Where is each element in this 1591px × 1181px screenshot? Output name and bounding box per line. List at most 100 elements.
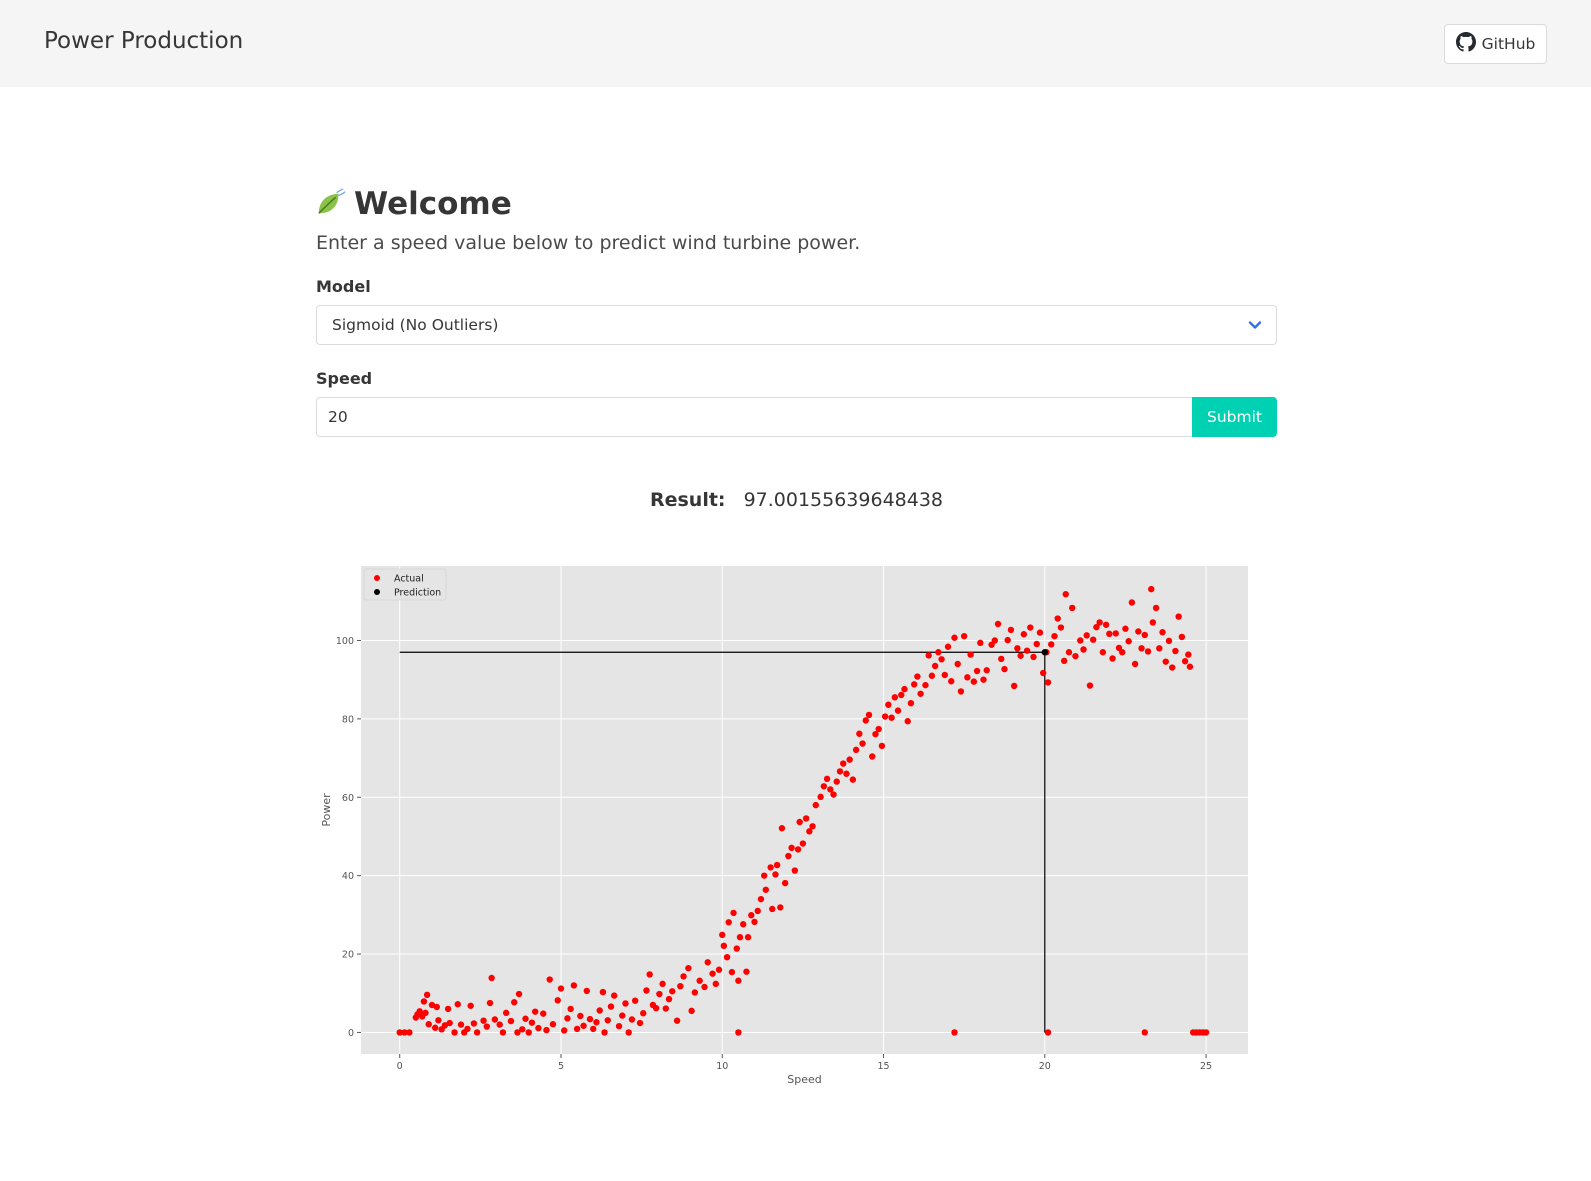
x-tick-label: 10 xyxy=(716,1061,728,1072)
actual-point xyxy=(744,933,752,941)
actual-point xyxy=(1125,638,1132,645)
actual-point xyxy=(593,1019,600,1026)
actual-point xyxy=(1048,641,1055,648)
actual-point xyxy=(917,690,924,697)
actual-point xyxy=(643,987,650,994)
actual-point xyxy=(696,977,703,984)
y-tick-label: 0 xyxy=(348,1028,354,1039)
x-tick-label: 20 xyxy=(1039,1061,1051,1072)
actual-point xyxy=(615,1022,623,1030)
actual-point xyxy=(451,1029,458,1036)
actual-point xyxy=(922,681,929,689)
actual-point xyxy=(785,852,792,860)
actual-point xyxy=(677,982,684,990)
actual-point xyxy=(1202,1029,1210,1036)
model-select[interactable]: Sigmoid (No Outliers) xyxy=(316,305,1277,345)
actual-point xyxy=(701,983,708,991)
y-tick-label: 80 xyxy=(342,714,354,725)
actual-point xyxy=(762,886,769,893)
actual-point xyxy=(846,756,853,763)
actual-point xyxy=(796,818,803,826)
actual-point xyxy=(1165,637,1173,645)
actual-point xyxy=(1007,626,1015,634)
actual-point xyxy=(573,1025,581,1033)
actual-point xyxy=(519,1026,526,1033)
actual-point xyxy=(1162,658,1169,665)
actual-point xyxy=(1036,629,1044,636)
actual-point xyxy=(640,1010,647,1017)
actual-point xyxy=(836,768,844,775)
actual-point xyxy=(604,1017,611,1024)
model-select-value: Sigmoid (No Outliers) xyxy=(332,316,499,334)
brand-title[interactable]: Power Production xyxy=(44,28,243,54)
actual-point xyxy=(914,673,921,680)
x-tick-label: 5 xyxy=(558,1061,564,1072)
speed-label: Speed xyxy=(316,369,373,388)
actual-point xyxy=(704,959,711,966)
actual-point xyxy=(1178,633,1186,641)
actual-point xyxy=(1039,669,1047,677)
actual-point xyxy=(910,681,918,688)
actual-point xyxy=(535,1024,542,1032)
actual-point xyxy=(525,1029,532,1036)
actual-point xyxy=(772,871,779,878)
actual-point xyxy=(760,872,768,879)
actual-point xyxy=(830,791,837,798)
actual-point xyxy=(998,655,1005,663)
actual-point xyxy=(938,656,945,663)
speed-input[interactable]: 20 xyxy=(316,397,1192,437)
y-tick-label: 60 xyxy=(342,793,354,804)
actual-point xyxy=(446,1019,453,1027)
actual-point xyxy=(1030,653,1037,661)
actual-point xyxy=(656,990,663,998)
navbar: Power Production GitHub xyxy=(0,0,1591,87)
actual-point xyxy=(470,1020,478,1027)
actual-point xyxy=(444,1005,452,1013)
actual-point xyxy=(1077,637,1084,644)
actual-point xyxy=(467,1002,474,1009)
actual-point xyxy=(557,985,565,992)
actual-point xyxy=(820,783,828,790)
actual-point xyxy=(733,945,740,952)
leaf-wind-icon xyxy=(316,187,346,221)
actual-point xyxy=(709,970,716,977)
actual-point xyxy=(1138,645,1145,652)
actual-point xyxy=(1148,585,1155,593)
github-button[interactable]: GitHub xyxy=(1444,24,1547,64)
github-label: GitHub xyxy=(1481,35,1536,53)
actual-point xyxy=(957,688,965,695)
actual-point xyxy=(1096,619,1103,626)
actual-point xyxy=(720,942,728,950)
actual-point xyxy=(967,651,974,658)
actual-point xyxy=(1072,652,1079,660)
actual-point xyxy=(725,919,732,926)
actual-point xyxy=(754,907,761,915)
actual-point xyxy=(422,1009,429,1017)
x-tick-label: 0 xyxy=(397,1061,403,1072)
actual-point xyxy=(680,973,687,980)
actual-point xyxy=(948,678,955,685)
result-line: Result: 97.00155639648438 xyxy=(316,489,1277,511)
actual-point xyxy=(669,988,676,995)
actual-point xyxy=(1057,624,1065,631)
actual-point xyxy=(935,649,942,656)
actual-point xyxy=(646,971,653,978)
submit-button[interactable]: Submit xyxy=(1192,397,1277,437)
actual-point xyxy=(549,1021,557,1028)
actual-point xyxy=(1172,647,1179,655)
actual-point xyxy=(823,775,831,783)
legend-marker xyxy=(374,589,380,595)
actual-point xyxy=(735,977,742,984)
actual-point xyxy=(1149,619,1157,626)
actual-point xyxy=(723,953,731,961)
actual-point xyxy=(652,1004,660,1012)
hero-title-row: Welcome xyxy=(316,180,1276,228)
actual-point xyxy=(1175,613,1182,620)
actual-point xyxy=(898,691,905,699)
actual-point xyxy=(567,1005,574,1013)
actual-point xyxy=(406,1029,413,1036)
actual-point xyxy=(685,964,692,972)
actual-point xyxy=(515,990,523,998)
result-label: Result: xyxy=(649,489,726,511)
actual-point xyxy=(1004,636,1011,644)
